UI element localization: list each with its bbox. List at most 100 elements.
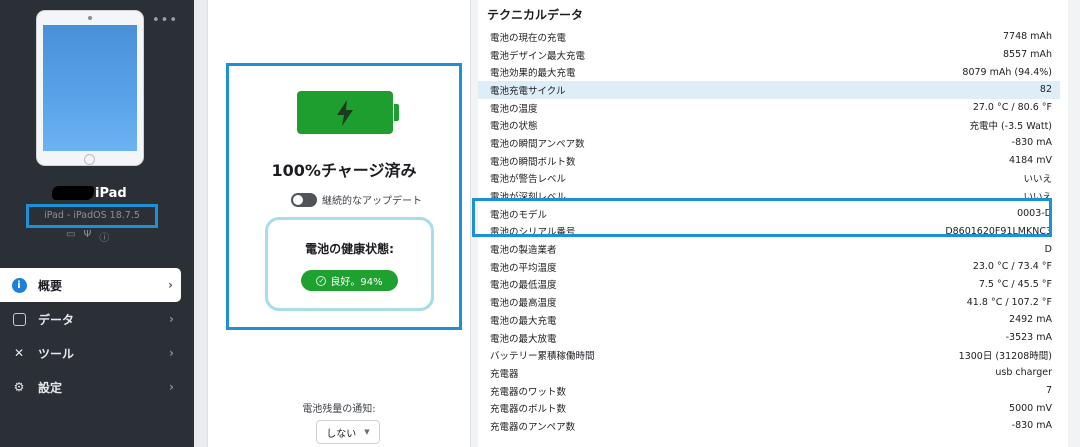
tech-title: テクニカルデータ: [487, 8, 584, 22]
battery-card-highlight: 100%チャージ済み 継続的なアップデート 電池の健康状態: ✓ 良好。94%: [226, 63, 462, 330]
row-label: 電池の瞬間ボルト数: [490, 156, 576, 168]
battery-panel: 100%チャージ済み 継続的なアップデート 電池の健康状態: ✓ 良好。94% …: [208, 0, 470, 447]
row-value: 7.5 °C / 45.5 °F: [978, 278, 1052, 290]
notify-select[interactable]: しない ▼: [316, 420, 380, 444]
sidebar-item-label: 概要: [38, 278, 63, 293]
sidebar: ••• iPad iPad - iPadOS 18.7.5 ▭ Ψ ⓘ i 概要…: [0, 0, 194, 447]
table-row: 電池充電サイクル 82: [478, 81, 1060, 99]
continuous-update-row: 継続的なアップデート: [291, 192, 422, 207]
row-value: 8557 mAh: [1003, 49, 1052, 61]
sidebar-item-label: ツール: [38, 346, 75, 361]
chevron-right-icon: ›: [169, 312, 174, 326]
row-value: -830 mA: [1011, 137, 1052, 149]
device-subtitle: iPad - iPadOS 18.7.5: [44, 210, 140, 221]
row-label: 電池の現在の充電: [490, 32, 567, 44]
sidebar-item-data[interactable]: データ ›: [0, 302, 194, 336]
camera-dot: [88, 16, 92, 20]
table-row: 電池の瞬間アンペア数 -830 mA: [478, 134, 1060, 152]
row-value: usb charger: [995, 367, 1052, 379]
row-label: 充電器のアンペア数: [490, 421, 576, 433]
table-row: 電池の製造業者 D: [478, 240, 1060, 258]
row-value: 5000 mV: [1009, 402, 1052, 414]
table-row: 電池の温度 27.0 °C / 80.6 °F: [478, 99, 1060, 117]
sidebar-item-settings[interactable]: ⚙ 設定 ›: [0, 370, 194, 404]
row-value: -3523 mA: [1005, 332, 1052, 344]
battery-health-box: 電池の健康状態: ✓ 良好。94%: [265, 217, 434, 311]
scrollbar[interactable]: [1068, 0, 1080, 447]
row-label: 電池の平均温度: [490, 262, 557, 274]
chevron-right-icon: ›: [169, 346, 174, 360]
row-label: 電池の最低温度: [490, 280, 557, 292]
charge-status-title: 100%チャージ済み: [271, 161, 417, 180]
row-label: 充電器のボルト数: [490, 404, 567, 416]
row-value: 7748 mAh: [1003, 31, 1052, 43]
row-label: 電池の最大放電: [490, 333, 557, 345]
sidebar-item-tools[interactable]: ✕ ツール ›: [0, 336, 194, 370]
row-label: バッテリー累積稼働時間: [490, 351, 595, 363]
info-small-icon: ⓘ: [99, 233, 110, 244]
gutter: [194, 0, 208, 447]
warning-rows-highlight: [472, 198, 1052, 237]
row-label: 充電器: [490, 368, 519, 380]
toggle-label: 継続的なアップデート: [322, 196, 422, 207]
device-screen: [43, 25, 137, 151]
row-value: 2492 mA: [1009, 314, 1052, 326]
info-icon: i: [11, 277, 27, 293]
check-icon: ✓: [316, 275, 327, 286]
row-label: 電池デザイン最大充電: [490, 50, 586, 62]
chevron-right-icon: ›: [168, 278, 173, 292]
technical-data-panel: テクニカルデータ 電池の現在の充電 7748 mAh 電池デザイン最大充電 8557 …: [472, 0, 1080, 447]
gear-icon: ⚙: [13, 380, 25, 394]
row-value: 82: [1039, 84, 1052, 96]
table-row: 電池効果的最大充電 8079 mAh (94.4%): [478, 63, 1060, 81]
row-value: 1300日 (31208時間): [958, 351, 1052, 363]
row-value: 27.0 °C / 80.6 °F: [972, 102, 1052, 114]
more-options-icon[interactable]: •••: [152, 13, 178, 28]
row-value: 4184 mV: [1009, 155, 1052, 167]
table-row: 電池の最低温度 7.5 °C / 45.5 °F: [478, 276, 1060, 294]
chevron-down-icon: ▼: [364, 428, 370, 436]
row-label: 電池の最大充電: [490, 315, 557, 327]
redaction-mark: [52, 186, 94, 200]
notify-select-value: しない: [326, 428, 357, 440]
tech-rows: 電池の現在の充電 7748 mAh 電池デザイン最大充電 8557 mAh 電池効果的最…: [472, 28, 1060, 435]
row-value: いいえ: [1023, 174, 1052, 186]
device-name: iPad: [95, 185, 127, 201]
table-row: 電池の最大充電 2492 mA: [478, 311, 1060, 329]
chevron-right-icon: ›: [169, 380, 174, 394]
lightning-icon: [297, 91, 393, 134]
health-status-badge: ✓ 良好。94%: [301, 270, 398, 291]
row-label: 電池の状態: [490, 121, 538, 133]
device-sub-highlight: iPad - iPadOS 18.7.5: [26, 204, 158, 228]
table-row: 電池デザイン最大充電 8557 mAh: [478, 46, 1060, 64]
table-row: 電池の現在の充電 7748 mAh: [478, 28, 1060, 46]
table-row: 電池の瞬間ボルト数 4184 mV: [478, 152, 1060, 170]
wifi-icon: Ψ: [83, 229, 92, 240]
status-icons: ▭ Ψ ⓘ: [66, 229, 109, 244]
table-row: 電池の状態 充電中 (-3.5 Watt): [478, 116, 1060, 134]
square-icon: [11, 311, 27, 327]
table-row: バッテリー累積稼働時間 1300日 (31208時間): [478, 346, 1060, 364]
row-label: 充電器のワット数: [490, 386, 567, 398]
table-row: 電池の最大放電 -3523 mA: [478, 329, 1060, 347]
sidebar-item-label: データ: [38, 312, 75, 327]
device-name-row: iPad: [52, 184, 127, 202]
battery-tip: [394, 104, 399, 121]
table-row: 充電器のアンペア数 -830 mA: [478, 417, 1060, 435]
table-row: 電池の平均温度 23.0 °C / 73.4 °F: [478, 258, 1060, 276]
table-row: 充電器 usb charger: [478, 364, 1060, 382]
row-label: 電池効果的最大充電: [490, 68, 576, 80]
row-value: D: [1044, 243, 1052, 255]
health-value: 良好。94%: [330, 277, 383, 288]
battery-small-icon: ▭: [66, 229, 76, 240]
row-label: 電池の瞬間アンペア数: [490, 138, 585, 150]
health-title: 電池の健康状態:: [305, 242, 394, 256]
table-row: 電池の最高温度 41.8 °C / 107.2 °F: [478, 293, 1060, 311]
row-label: 電池が警告レベル: [490, 174, 567, 186]
sidebar-item-overview[interactable]: i 概要 ›: [0, 268, 181, 302]
row-value: 充電中 (-3.5 Watt): [969, 121, 1052, 133]
row-value: 8079 mAh (94.4%): [962, 66, 1052, 78]
continuous-update-toggle[interactable]: [291, 192, 317, 207]
row-label: 電池の温度: [490, 103, 538, 115]
row-label: 電池の製造業者: [490, 245, 557, 257]
